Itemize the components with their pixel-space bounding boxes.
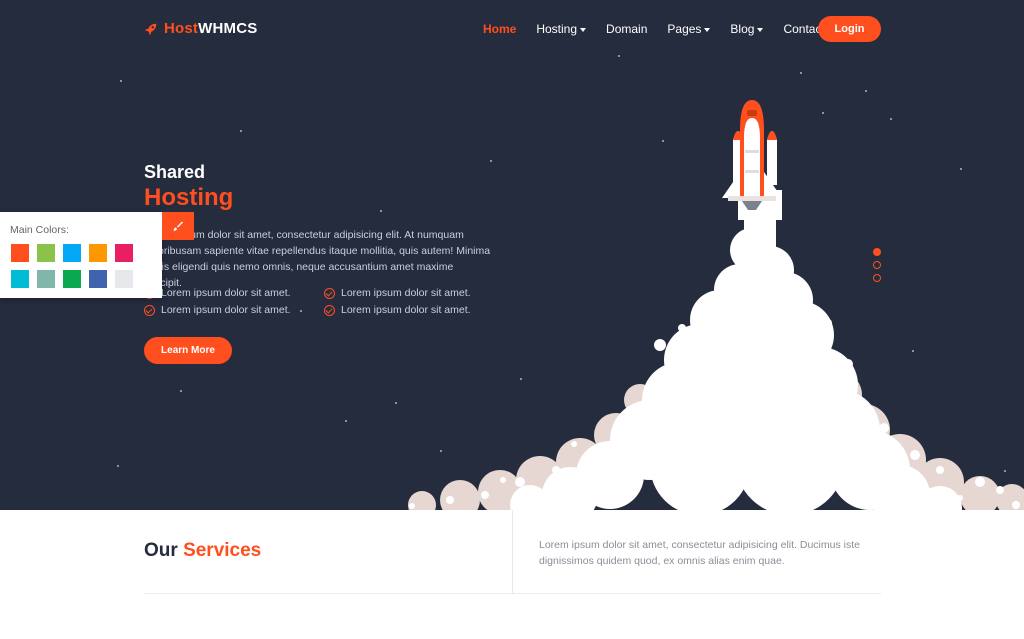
brush-icon <box>173 221 183 231</box>
slider-dot-3[interactable] <box>873 274 881 282</box>
login-button[interactable]: Login <box>818 16 881 42</box>
nav-item-pages[interactable]: Pages <box>667 22 711 36</box>
feature-text: Lorem ipsum dolor sit amet. <box>161 304 291 316</box>
nav-item-label: Pages <box>667 22 702 36</box>
section-divider <box>512 510 513 593</box>
services-title-prefix: Our <box>144 540 178 561</box>
color-swatch[interactable] <box>115 244 133 262</box>
nav-item-label: Home <box>483 22 517 36</box>
color-swatch[interactable] <box>89 270 107 288</box>
feature-list: Lorem ipsum dolor sit amet. Lorem ipsum … <box>144 286 504 317</box>
color-swatch[interactable] <box>11 270 29 288</box>
logo-suffix: WHMCS <box>198 20 258 37</box>
slider-dot-1[interactable] <box>873 248 881 256</box>
color-swatch[interactable] <box>63 244 81 262</box>
caret-down-icon <box>580 27 587 32</box>
logo-text: HostWHMCS <box>164 20 257 37</box>
color-swatch[interactable] <box>37 270 55 288</box>
site-logo[interactable]: HostWHMCS <box>144 20 257 37</box>
color-panel-toggle-button[interactable] <box>162 212 194 240</box>
caret-down-icon <box>704 27 711 32</box>
logo-prefix: Host <box>164 20 199 37</box>
feature-item: Lorem ipsum dolor sit amet. <box>324 303 504 317</box>
services-title-accent: Services <box>183 540 262 561</box>
nav-item-label: Blog <box>730 22 755 36</box>
nav-item-label: Domain <box>606 22 648 36</box>
check-circle-icon <box>144 304 155 316</box>
learn-more-button[interactable]: Learn More <box>144 337 232 364</box>
color-swatch[interactable] <box>89 244 107 262</box>
color-swatches <box>11 244 133 288</box>
hero-title-line2: Hosting <box>144 184 234 211</box>
rocket-icon <box>145 23 157 35</box>
caret-down-icon <box>757 27 764 32</box>
services-title: Our Services <box>144 540 261 562</box>
feature-text: Lorem ipsum dolor sit amet. <box>341 304 471 316</box>
nav-item-hosting[interactable]: Hosting <box>536 22 587 36</box>
section-bottom-rule <box>144 593 881 594</box>
color-swatch[interactable] <box>11 244 29 262</box>
check-circle-icon <box>324 287 335 299</box>
nav-item-label: Hosting <box>536 22 578 36</box>
feature-item: Lorem ipsum dolor sit amet. <box>144 286 324 300</box>
check-circle-icon <box>324 304 335 316</box>
services-description: Lorem ipsum dolor sit amet, consectetur … <box>539 539 860 567</box>
slider-dot-2[interactable] <box>873 261 881 269</box>
nav-item-domain[interactable]: Domain <box>606 22 647 36</box>
nav-item-home[interactable]: Home <box>483 22 516 36</box>
feature-text: Lorem ipsum dolor sit amet. <box>341 287 471 299</box>
nav-item-blog[interactable]: Blog <box>730 22 764 36</box>
color-swatch[interactable] <box>37 244 55 262</box>
hero-title-line1: Shared <box>144 162 206 182</box>
feature-text: Lorem ipsum dolor sit amet. <box>161 287 291 299</box>
color-panel-title: Main Colors: <box>10 224 69 236</box>
color-swatch[interactable] <box>63 270 81 288</box>
color-swatch[interactable] <box>115 270 133 288</box>
hero-description: Lorem ipsum dolor sit amet, consectetur … <box>144 229 491 289</box>
color-switcher-panel: Main Colors: <box>0 212 162 298</box>
feature-item: Lorem ipsum dolor sit amet. <box>144 303 324 317</box>
main-nav: Home Hosting Domain Pages Blog Contact <box>483 22 845 36</box>
feature-item: Lorem ipsum dolor sit amet. <box>324 286 504 300</box>
